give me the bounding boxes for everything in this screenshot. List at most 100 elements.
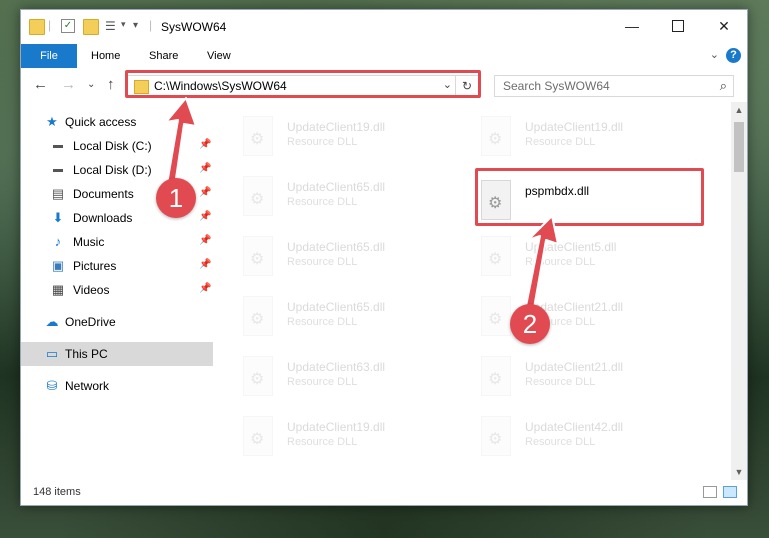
file-name: UpdateClient65.dll	[287, 240, 386, 254]
network-icon: ⛁	[46, 378, 58, 393]
forward-arrow-icon[interactable]: →	[61, 76, 76, 93]
file-item[interactable]: ⚙ UpdateClient5.dll Resource DLL	[481, 236, 707, 282]
file-highlight	[475, 168, 704, 226]
sidebar-item-local-disk-c[interactable]: ▬ Local Disk (C:) 📌	[21, 134, 213, 158]
sidebar-item-this-pc[interactable]: ▭ This PC	[21, 342, 213, 366]
recent-locations-icon[interactable]: ⌄	[87, 79, 95, 90]
file-type: Resource DLL	[525, 376, 596, 388]
sidebar-item-network[interactable]: ⛁ Network	[21, 374, 213, 398]
dll-file-icon: ⚙	[481, 116, 511, 156]
file-item[interactable]: ⚙ UpdateClient42.dll Resource DLL	[481, 416, 707, 462]
sidebar-item-label: Local Disk (C:)	[73, 139, 152, 153]
file-type: Resource DLL	[287, 196, 358, 208]
file-name: UpdateClient5.dll	[525, 240, 617, 254]
maximize-button[interactable]	[655, 10, 701, 42]
minimize-button[interactable]: —	[609, 10, 655, 42]
new-folder-icon[interactable]	[83, 19, 99, 35]
scroll-thumb[interactable]	[734, 122, 744, 172]
tab-share[interactable]: Share	[137, 44, 190, 68]
pin-icon[interactable]: 📌	[199, 235, 211, 246]
expand-ribbon-icon[interactable]: ⌄	[710, 48, 719, 61]
hard-drive-icon: ▬	[53, 164, 63, 175]
dll-file-icon: ⚙	[481, 296, 511, 336]
sidebar-item-local-disk-d[interactable]: ▬ Local Disk (D:) 📌	[21, 158, 213, 182]
file-item[interactable]: ⚙ UpdateClient65.dll Resource DLL	[243, 176, 469, 222]
pin-icon[interactable]: 📌	[199, 259, 211, 270]
title-bar: | ✓ ☰ ▾ ▾ | SysWOW64 — ✕	[21, 10, 747, 44]
maximize-icon	[672, 20, 684, 32]
sidebar-item-label: This PC	[65, 347, 108, 361]
vertical-scrollbar[interactable]: ▲ ▼	[731, 102, 747, 480]
dll-file-icon: ⚙	[243, 416, 273, 456]
file-item[interactable]: ⚙ UpdateClient65.dll Resource DLL	[243, 236, 469, 282]
sidebar-item-quick-access[interactable]: ★ Quick access	[21, 110, 213, 134]
sidebar-item-label: OneDrive	[65, 315, 116, 329]
file-item[interactable]: ⚙ UpdateClient19.dll Resource DLL	[243, 416, 469, 462]
file-list: ⚙ UpdateClient19.dll Resource DLL ⚙ Upda…	[219, 102, 731, 480]
scroll-up-icon[interactable]: ▲	[731, 102, 747, 118]
sidebar-item-videos[interactable]: ▦ Videos 📌	[21, 278, 213, 302]
dll-file-icon: ⚙	[243, 236, 273, 276]
file-name: UpdateClient19.dll	[287, 120, 386, 134]
step-1-badge: 1	[156, 178, 196, 218]
file-type: Resource DLL	[525, 436, 596, 448]
chevron-down-icon[interactable]: ▾	[121, 19, 126, 30]
sidebar-item-label: Network	[65, 379, 110, 393]
sidebar-item-label: Quick access	[65, 115, 137, 129]
music-icon: ♪	[54, 234, 62, 249]
customize-toolbar-icon[interactable]: ▾	[133, 20, 138, 31]
status-bar: 148 items	[21, 480, 747, 505]
sidebar-item-onedrive[interactable]: ☁ OneDrive	[21, 310, 213, 334]
tab-home[interactable]: Home	[79, 44, 132, 68]
pictures-icon: ▣	[51, 258, 65, 273]
large-icons-view-icon[interactable]	[723, 486, 737, 498]
sidebar-item-label: Videos	[73, 283, 110, 297]
file-type: Resource DLL	[287, 436, 358, 448]
up-arrow-icon[interactable]: ↑	[107, 76, 115, 93]
pin-icon[interactable]: 📌	[199, 139, 211, 150]
file-name: UpdateClient19.dll	[287, 420, 386, 434]
tab-view[interactable]: View	[195, 44, 243, 68]
file-type: Resource DLL	[287, 316, 358, 328]
dll-file-icon: ⚙	[481, 236, 511, 276]
file-name: UpdateClient42.dll	[525, 420, 624, 434]
back-arrow-icon[interactable]: ←	[33, 76, 48, 93]
star-icon: ★	[46, 114, 58, 129]
pin-icon[interactable]: 📌	[199, 163, 211, 174]
pin-icon[interactable]: 📌	[199, 187, 211, 198]
pin-icon[interactable]: 📌	[199, 211, 211, 222]
file-name: UpdateClient65.dll	[287, 180, 386, 194]
sidebar-item-label: Local Disk (D:)	[73, 163, 152, 177]
pin-icon[interactable]: 📌	[199, 283, 211, 294]
computer-icon: ▭	[45, 346, 59, 361]
address-bar-highlight	[125, 70, 481, 98]
properties-icon[interactable]: ✓	[61, 19, 75, 33]
file-name: UpdateClient65.dll	[287, 300, 386, 314]
close-button[interactable]: ✕	[701, 10, 747, 42]
sidebar-item-label: Pictures	[73, 259, 117, 273]
sidebar-item-music[interactable]: ♪ Music 📌	[21, 230, 213, 254]
file-type: Resource DLL	[525, 136, 596, 148]
file-item[interactable]: ⚙ UpdateClient19.dll Resource DLL	[481, 116, 707, 162]
separator: |	[149, 18, 153, 32]
file-type: Resource DLL	[287, 376, 358, 388]
file-name: UpdateClient21.dll	[525, 360, 624, 374]
file-item[interactable]: ⚙ UpdateClient65.dll Resource DLL	[243, 296, 469, 342]
file-item[interactable]: ⚙ UpdateClient21.dll Resource DLL	[481, 356, 707, 402]
hard-drive-icon: ▬	[53, 140, 63, 151]
scroll-down-icon[interactable]: ▼	[731, 464, 747, 480]
help-icon[interactable]: ?	[726, 48, 741, 63]
search-box[interactable]: Search SysWOW64 ⌕	[494, 75, 734, 97]
navigation-pane: ★ Quick access ▬ Local Disk (C:) 📌 ▬ Loc…	[21, 102, 213, 480]
quick-access-toolbar-icon[interactable]: ☰	[105, 19, 119, 33]
sidebar-item-pictures[interactable]: ▣ Pictures 📌	[21, 254, 213, 278]
file-name: UpdateClient63.dll	[287, 360, 386, 374]
file-item[interactable]: ⚙ UpdateClient19.dll Resource DLL	[243, 116, 469, 162]
file-item[interactable]: ⚙ UpdateClient63.dll Resource DLL	[243, 356, 469, 402]
details-view-icon[interactable]	[703, 486, 717, 498]
tab-file[interactable]: File	[21, 44, 77, 68]
search-icon[interactable]: ⌕	[720, 78, 727, 94]
step-2-badge: 2	[510, 304, 550, 344]
search-input[interactable]: Search SysWOW64	[503, 79, 610, 93]
documents-icon: ▤	[51, 186, 65, 201]
